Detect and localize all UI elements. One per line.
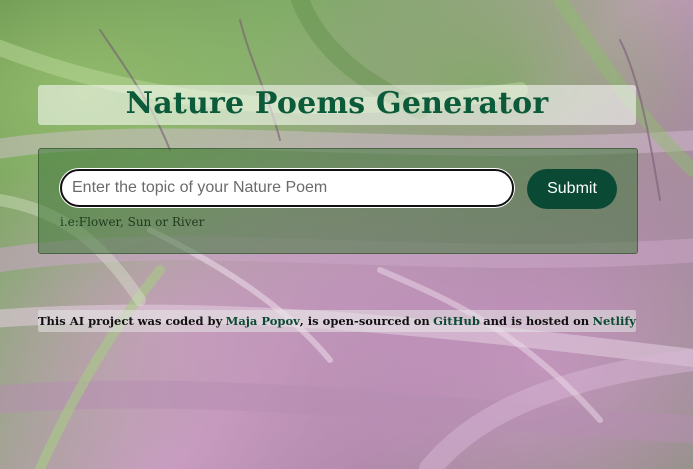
- netlify-link[interactable]: Netlify: [592, 314, 636, 328]
- title-banner: Nature Poems Generator: [38, 85, 636, 125]
- github-link[interactable]: GitHub: [433, 314, 480, 328]
- footer-and-text: and is hosted on: [483, 314, 590, 328]
- footer: This AI project was coded by Maja Popov,…: [38, 310, 636, 332]
- poem-form: Submit i.e:Flower, Sun or River: [38, 148, 638, 254]
- topic-input[interactable]: [60, 169, 514, 207]
- footer-middle: , is open-sourced on: [299, 314, 430, 328]
- page-title: Nature Poems Generator: [125, 85, 549, 121]
- input-hint: i.e:Flower, Sun or River: [60, 215, 205, 229]
- author-link[interactable]: Maja Popov: [226, 314, 300, 328]
- submit-button[interactable]: Submit: [527, 169, 617, 209]
- footer-prefix: This AI project was coded by: [38, 314, 223, 328]
